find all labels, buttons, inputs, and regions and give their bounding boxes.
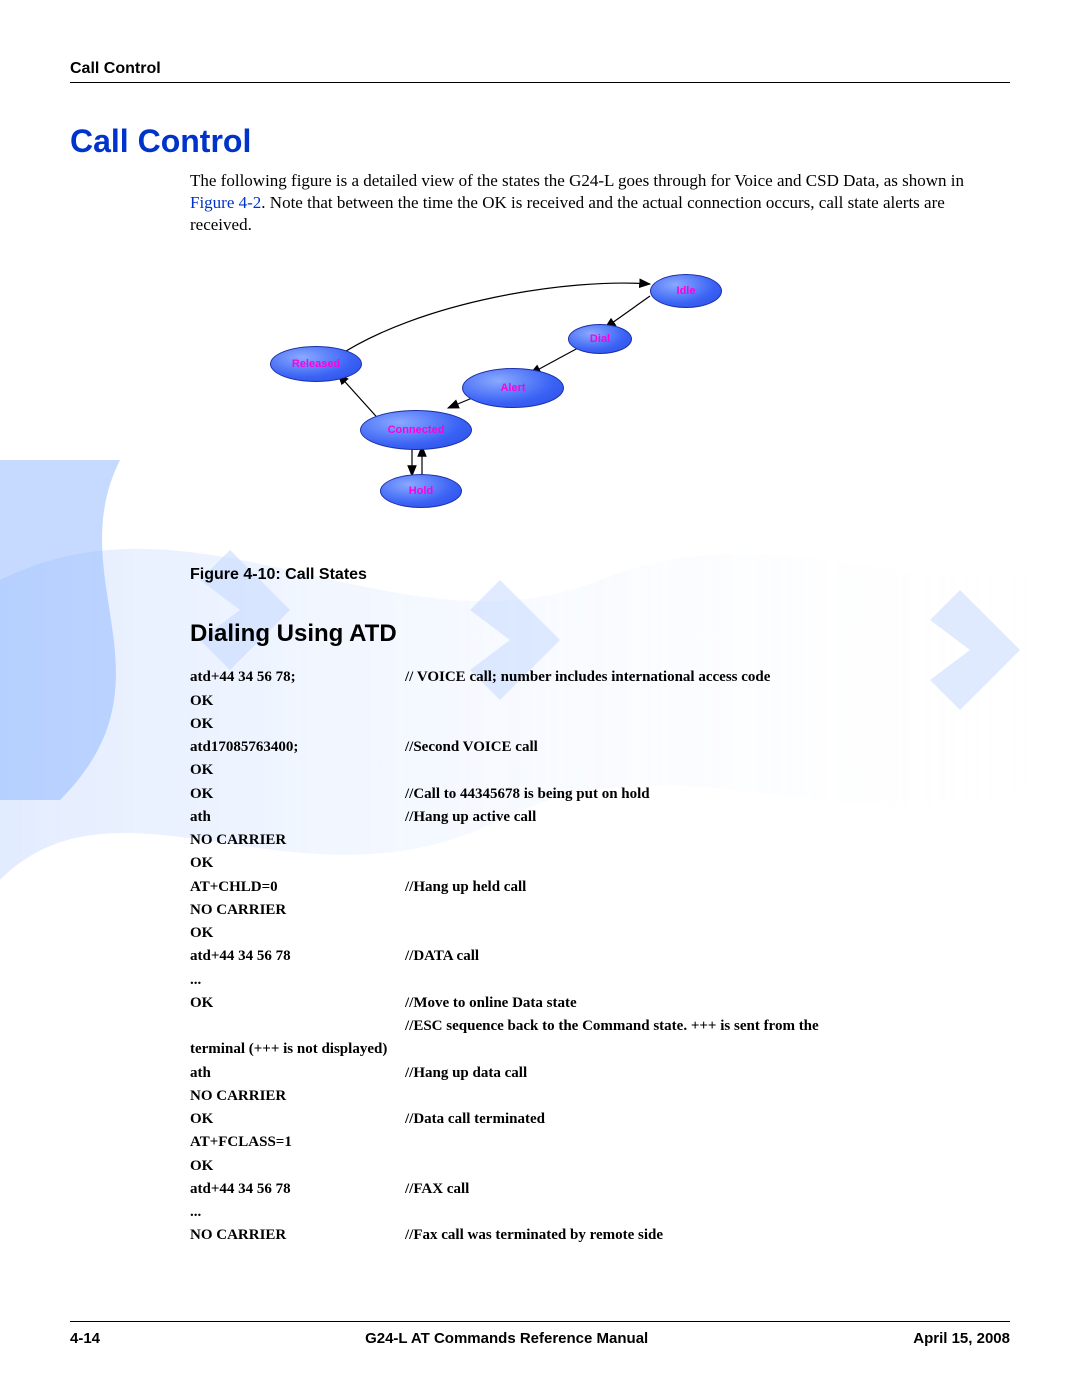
code-comment: //Call to 44345678 is being put on hold xyxy=(405,783,1010,806)
code-comment: //Fax call was terminated by remote side xyxy=(405,1224,1010,1247)
code-command: ... xyxy=(190,1201,405,1224)
code-comment xyxy=(405,1155,1010,1178)
page-footer: 4-14 G24-L AT Commands Reference Manual … xyxy=(70,1321,1010,1347)
code-command: NO CARRIER xyxy=(190,1224,405,1247)
code-command: ath xyxy=(190,1062,405,1085)
code-command: OK xyxy=(190,759,405,782)
code-row: atd+44 34 56 78//FAX call xyxy=(190,1178,1010,1201)
code-comment xyxy=(405,1131,1010,1154)
code-command: OK xyxy=(190,690,405,713)
code-comment xyxy=(405,1085,1010,1108)
code-comment: // VOICE call; number includes internati… xyxy=(405,666,1010,689)
code-row: OK//Call to 44345678 is being put on hol… xyxy=(190,783,1010,806)
code-comment xyxy=(405,1201,1010,1224)
code-comment: //ESC sequence back to the Command state… xyxy=(405,1015,1010,1038)
code-row: OK xyxy=(190,852,1010,875)
code-command: NO CARRIER xyxy=(190,1085,405,1108)
code-command: OK xyxy=(190,992,405,1015)
code-row: OK xyxy=(190,759,1010,782)
diagram-arrows xyxy=(70,266,1010,546)
code-comment: //Hang up active call xyxy=(405,806,1010,829)
code-command: terminal (+++ is not displayed) xyxy=(190,1038,405,1061)
code-comment xyxy=(405,713,1010,736)
code-row: ath//Hang up active call xyxy=(190,806,1010,829)
code-row: OK//Data call terminated xyxy=(190,1108,1010,1131)
code-row: NO CARRIER xyxy=(190,829,1010,852)
state-connected: Connected xyxy=(360,410,472,450)
code-row: OK xyxy=(190,690,1010,713)
code-command xyxy=(190,1015,405,1038)
code-comment xyxy=(405,922,1010,945)
code-row: NO CARRIER xyxy=(190,899,1010,922)
code-row: atd+44 34 56 78//DATA call xyxy=(190,945,1010,968)
code-row: terminal (+++ is not displayed) xyxy=(190,1038,1010,1061)
code-command: atd17085763400; xyxy=(190,736,405,759)
code-row: NO CARRIER xyxy=(190,1085,1010,1108)
code-comment: //FAX call xyxy=(405,1178,1010,1201)
code-comment xyxy=(405,1038,1010,1061)
code-command: ... xyxy=(190,969,405,992)
footer-date: April 15, 2008 xyxy=(913,1330,1010,1347)
intro-text-1: The following figure is a detailed view … xyxy=(190,171,964,190)
page-header: Call Control xyxy=(70,60,1010,83)
code-row: ath//Hang up data call xyxy=(190,1062,1010,1085)
code-row: AT+CHLD=0//Hang up held call xyxy=(190,876,1010,899)
state-diagram: Idle Dial Released Alert Connected Hold xyxy=(70,266,1010,546)
code-comment: //DATA call xyxy=(405,945,1010,968)
code-row: atd+44 34 56 78;// VOICE call; number in… xyxy=(190,666,1010,689)
code-comment: //Hang up held call xyxy=(405,876,1010,899)
code-comment xyxy=(405,759,1010,782)
code-row: OK xyxy=(190,1155,1010,1178)
code-command: AT+CHLD=0 xyxy=(190,876,405,899)
code-comment xyxy=(405,899,1010,922)
subsection-heading: Dialing Using ATD xyxy=(190,620,1010,648)
code-command: atd+44 34 56 78 xyxy=(190,945,405,968)
code-row: ... xyxy=(190,969,1010,992)
footer-manual-title: G24-L AT Commands Reference Manual xyxy=(365,1330,648,1347)
code-comment: //Data call terminated xyxy=(405,1108,1010,1131)
code-comment xyxy=(405,852,1010,875)
code-comment: //Second VOICE call xyxy=(405,736,1010,759)
code-command: OK xyxy=(190,1108,405,1131)
code-command: NO CARRIER xyxy=(190,899,405,922)
code-row: atd17085763400;//Second VOICE call xyxy=(190,736,1010,759)
code-command: OK xyxy=(190,783,405,806)
section-heading: Call Control xyxy=(70,123,1010,160)
code-row: ... xyxy=(190,1201,1010,1224)
intro-paragraph: The following figure is a detailed view … xyxy=(190,170,1010,236)
code-comment xyxy=(405,829,1010,852)
code-row: OK//Move to online Data state xyxy=(190,992,1010,1015)
code-command: ath xyxy=(190,806,405,829)
code-command: atd+44 34 56 78 xyxy=(190,1178,405,1201)
code-command: atd+44 34 56 78; xyxy=(190,666,405,689)
code-command: OK xyxy=(190,713,405,736)
code-row: OK xyxy=(190,713,1010,736)
code-example: atd+44 34 56 78;// VOICE call; number in… xyxy=(190,666,1010,1247)
code-comment xyxy=(405,690,1010,713)
intro-text-2: . Note that between the time the OK is r… xyxy=(190,193,945,234)
code-command: NO CARRIER xyxy=(190,829,405,852)
code-row: OK xyxy=(190,922,1010,945)
code-row: NO CARRIER//Fax call was terminated by r… xyxy=(190,1224,1010,1247)
figure-link[interactable]: Figure 4-2 xyxy=(190,193,261,212)
header-title: Call Control xyxy=(70,60,161,77)
code-command: OK xyxy=(190,1155,405,1178)
code-row: AT+FCLASS=1 xyxy=(190,1131,1010,1154)
code-command: OK xyxy=(190,922,405,945)
footer-page-number: 4-14 xyxy=(70,1330,100,1347)
figure-caption: Figure 4-10: Call States xyxy=(190,566,1010,584)
code-comment: //Move to online Data state xyxy=(405,992,1010,1015)
state-alert: Alert xyxy=(462,368,564,408)
code-command: AT+FCLASS=1 xyxy=(190,1131,405,1154)
code-comment xyxy=(405,969,1010,992)
code-row: //ESC sequence back to the Command state… xyxy=(190,1015,1010,1038)
code-comment: //Hang up data call xyxy=(405,1062,1010,1085)
code-command: OK xyxy=(190,852,405,875)
